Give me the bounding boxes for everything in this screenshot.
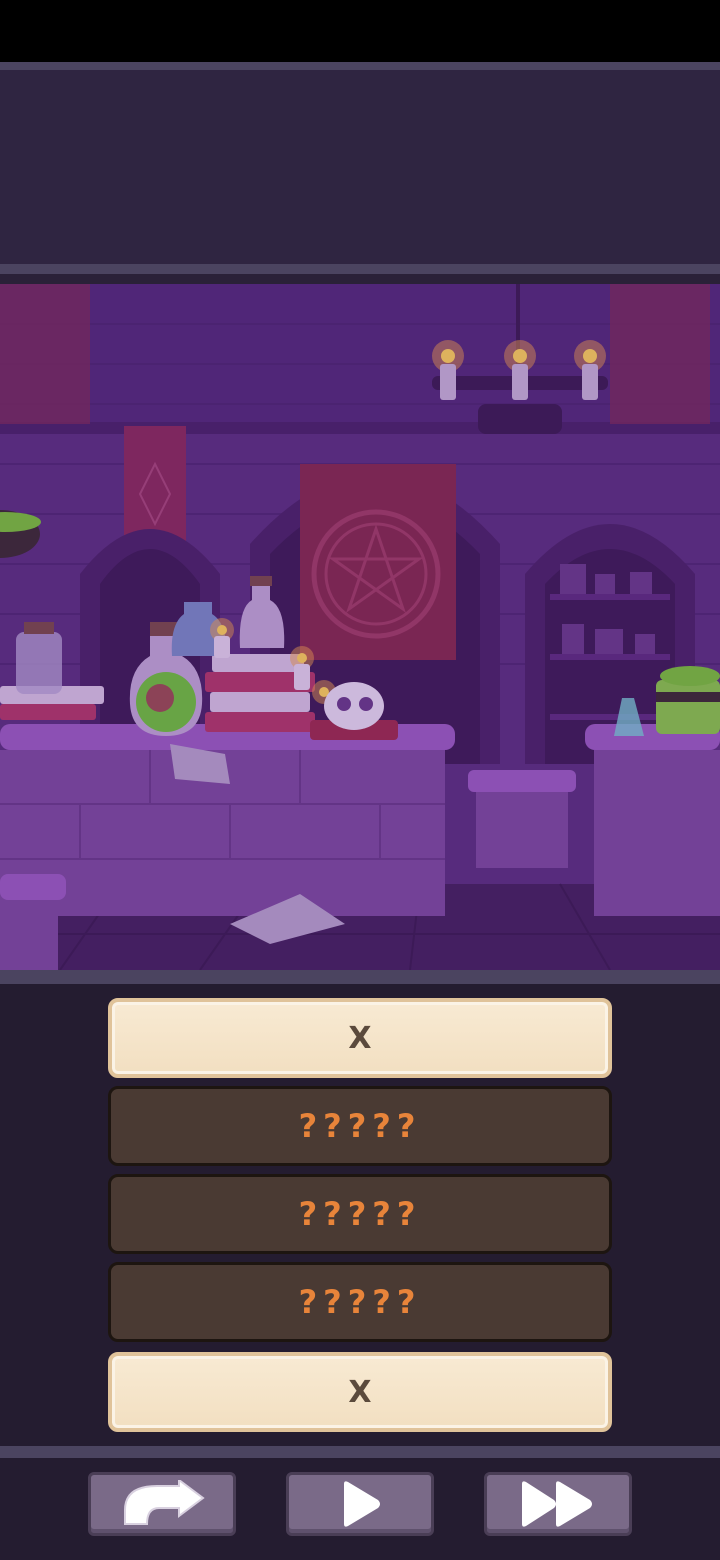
- play-icon: [344, 1481, 380, 1527]
- alchemy-room-illustration: [0, 284, 720, 970]
- answer-slot-3[interactable]: ?????: [108, 1174, 612, 1254]
- status-bar: [0, 0, 720, 62]
- game-scene: [0, 284, 720, 970]
- answer-slot-5[interactable]: X: [108, 1352, 612, 1432]
- play-button[interactable]: [286, 1472, 434, 1536]
- answer-slot-2[interactable]: ?????: [108, 1086, 612, 1166]
- answer-slot-1[interactable]: X: [108, 998, 612, 1078]
- answer-slot-4[interactable]: ?????: [108, 1262, 612, 1342]
- question-panel: [0, 62, 720, 274]
- fast-forward-icon: [522, 1481, 592, 1527]
- scene-divider: [0, 970, 720, 984]
- fast-forward-button[interactable]: [484, 1472, 632, 1536]
- undo-button[interactable]: [88, 1472, 236, 1536]
- curved-arrow-icon: [124, 1480, 205, 1525]
